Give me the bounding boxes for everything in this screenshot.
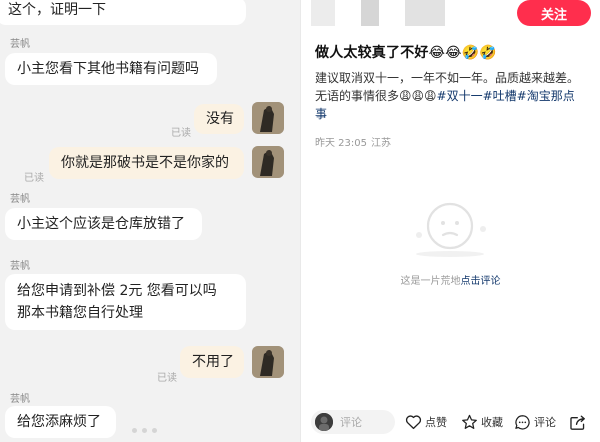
user-avatar — [315, 413, 333, 431]
post-body-line: 无语的事情很多😩😩😩#双十一#吐槽#淘宝那点 — [315, 87, 575, 105]
message-bubble-mine: 没有 — [194, 104, 244, 134]
message-text: 小主这个应该是仓库放错了 — [17, 216, 185, 232]
post-title-text: 做人太较真了不好 — [315, 45, 429, 61]
image-thumbnail[interactable] — [405, 0, 445, 26]
message-text: 不用了 — [192, 354, 234, 370]
post-meta: 昨天 23:05 江苏 — [315, 134, 391, 149]
read-status: 已读 — [171, 128, 191, 139]
hashtag-link[interactable]: #双十一 — [437, 89, 483, 103]
message-text: 没有 — [206, 111, 234, 127]
star-icon — [462, 414, 477, 429]
click-to-comment-link[interactable]: 点击评论 — [461, 276, 501, 287]
message-bubble: 小主您看下其他书籍有问题吗 — [5, 53, 217, 85]
like-button[interactable]: 点赞 — [405, 414, 447, 430]
empty-text: 这是一片荒地 — [400, 276, 461, 287]
hashtag-link-continued[interactable]: 事 — [315, 105, 327, 123]
image-thumbnail[interactable] — [361, 0, 379, 26]
page-indicator — [132, 428, 157, 433]
message-text: 小主您看下其他书籍有问题吗 — [17, 61, 199, 77]
sender-name: 芸帆 — [10, 194, 30, 205]
avatar[interactable] — [252, 346, 284, 378]
post-title: 做人太较真了不好😂😂🤣🤣 — [315, 42, 497, 62]
post-panel: 关注 做人太较真了不好😂😂🤣🤣 建议取消双十一，一年不如一年。品质越来越差。 无… — [301, 0, 600, 442]
comment-button[interactable]: 评论 — [514, 414, 556, 430]
post-time: 昨天 23:05 — [315, 138, 367, 149]
empty-comments-icon — [416, 202, 486, 257]
bottom-action-bar: 评论 点赞 收藏 评论 — [301, 404, 600, 442]
message-text: 这个，证明一下 — [8, 2, 106, 18]
hashtag-link[interactable]: #吐槽 — [483, 89, 517, 103]
empty-comments-text: 这是一片荒地点击评论 — [301, 272, 600, 287]
message-bubble-mine: 不用了 — [180, 346, 244, 378]
heart-icon — [405, 415, 422, 430]
image-thumbnail[interactable] — [311, 0, 335, 26]
message-bubble: 小主这个应该是仓库放错了 — [5, 208, 202, 240]
post-body-emoji: 😩😩😩 — [399, 89, 437, 103]
like-label: 点赞 — [425, 416, 447, 429]
sender-name: 芸帆 — [10, 39, 30, 50]
read-status: 已读 — [157, 373, 177, 384]
message-bubble: 给您申请到补偿 2元 您看可以吗 那本书籍您自行处理 — [5, 274, 246, 330]
post-title-emoji: 😂😂🤣🤣 — [428, 45, 497, 61]
collect-button[interactable]: 收藏 — [461, 414, 503, 430]
sender-name: 芸帆 — [10, 261, 30, 272]
share-icon — [570, 415, 585, 430]
avatar[interactable] — [252, 102, 284, 134]
comment-label: 评论 — [534, 416, 556, 429]
message-text: 你就是那破书是不是你家的 — [61, 155, 229, 171]
message-bubble: 给您添麻烦了 — [5, 406, 116, 438]
read-status: 已读 — [24, 173, 44, 184]
post-location: 江苏 — [371, 138, 391, 149]
message-text: 那本书籍您自行处理 — [17, 305, 143, 321]
sender-name: 芸帆 — [10, 394, 30, 405]
comment-placeholder: 评论 — [340, 416, 362, 429]
follow-button[interactable]: 关注 — [517, 0, 591, 26]
post-body-text: 无语的事情很多 — [315, 89, 400, 103]
comment-input[interactable]: 评论 — [311, 410, 395, 434]
avatar[interactable] — [252, 146, 284, 178]
comment-icon — [515, 415, 530, 430]
message-bubble-mine: 你就是那破书是不是你家的 — [49, 147, 244, 179]
post-body-line: 建议取消双十一，一年不如一年。品质越来越差。 — [315, 71, 580, 85]
message-text: 给您申请到补偿 2元 您看可以吗 — [17, 283, 217, 299]
hashtag-link[interactable]: #淘宝那点 — [517, 89, 575, 103]
chat-panel: 这个，证明一下 芸帆 小主您看下其他书籍有问题吗 已读 没有 已读 你就是那破书… — [0, 0, 300, 442]
share-button[interactable] — [569, 414, 590, 431]
collect-label: 收藏 — [481, 416, 503, 429]
message-bubble: 这个，证明一下 — [0, 0, 246, 25]
message-text: 给您添麻烦了 — [17, 414, 101, 430]
